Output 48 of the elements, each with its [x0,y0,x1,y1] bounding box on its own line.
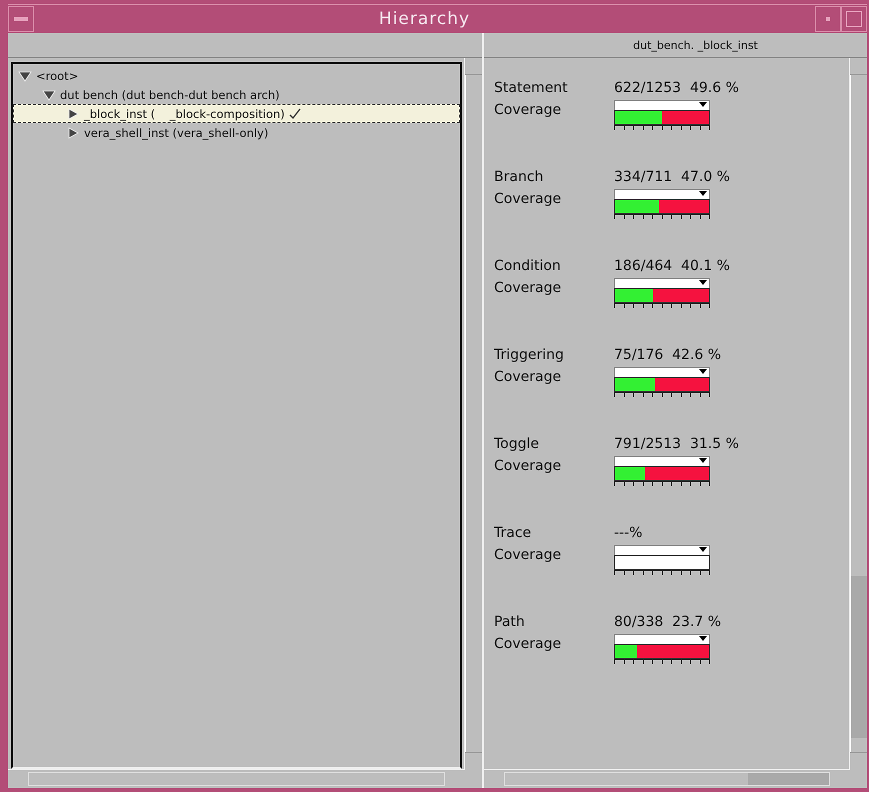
tree-item-label: <root> [36,68,78,82]
tree-item[interactable]: dut bench (dut bench-dut bench arch) [13,85,460,104]
metric-label: Coverage [494,280,562,296]
metric-label: Coverage [494,458,562,474]
uncovered-fill [644,467,709,480]
tree-item-label: dut bench (dut bench-dut bench arch) [60,88,280,102]
minimize-button[interactable] [815,6,841,32]
horizontal-scrollbar[interactable] [484,769,850,788]
metric-value: 80/338 23.7 % [614,614,722,630]
metric-name: Triggering [494,347,565,363]
metric-name: Branch [494,169,544,185]
metric-label: Coverage [494,369,562,385]
tree-item[interactable]: _block_inst ( _block-composition) [13,104,460,123]
expanded-triangle-icon[interactable] [18,70,32,82]
tree-item-label: vera_shell_inst (vera_shell-only) [84,126,268,140]
metric-value: 791/2513 31.5 % [614,436,739,452]
window-title: Hierarchy [378,9,472,29]
uncovered-fill [662,111,709,124]
vertical-scrollbar[interactable] [849,58,867,769]
uncovered-fill [637,645,709,658]
metric-name: Condition [494,258,562,274]
collapsed-triangle-icon[interactable] [66,126,80,138]
metric-label: Coverage [494,102,562,118]
metric-name: Trace [494,525,532,541]
uncovered-fill [655,378,709,391]
tree-item[interactable]: vera_shell_inst (vera_shell-only) [13,123,460,142]
metric-name: Statement [494,80,569,96]
metric-label: Coverage [494,191,562,207]
metric-value: 186/464 40.1 % [614,258,730,274]
tree-item[interactable]: <root> [13,66,460,85]
metric-value: 75/176 42.6 % [614,347,722,363]
uncovered-fill [659,200,709,213]
window-menu-button[interactable] [8,6,34,32]
horizontal-scrollbar[interactable] [8,769,465,788]
expanded-triangle-icon[interactable] [42,88,56,100]
metric-value: 334/711 47.0 % [614,169,730,185]
metric-name: Path [494,614,526,630]
tree-item-label: _block_inst ( _block-composition) [84,106,285,120]
maximize-button[interactable] [841,6,867,32]
metric-value: 622/1253 49.6 % [614,80,739,96]
metric-value: ---% [614,525,644,541]
vertical-scrollbar[interactable] [464,58,482,769]
metric-name: Toggle [494,436,540,452]
instance-path: dut_bench. _block_inst [633,38,758,52]
metric-label: Coverage [494,547,562,563]
metric-label: Coverage [494,636,562,652]
uncovered-fill [652,289,709,302]
collapsed-triangle-icon[interactable] [66,108,80,120]
